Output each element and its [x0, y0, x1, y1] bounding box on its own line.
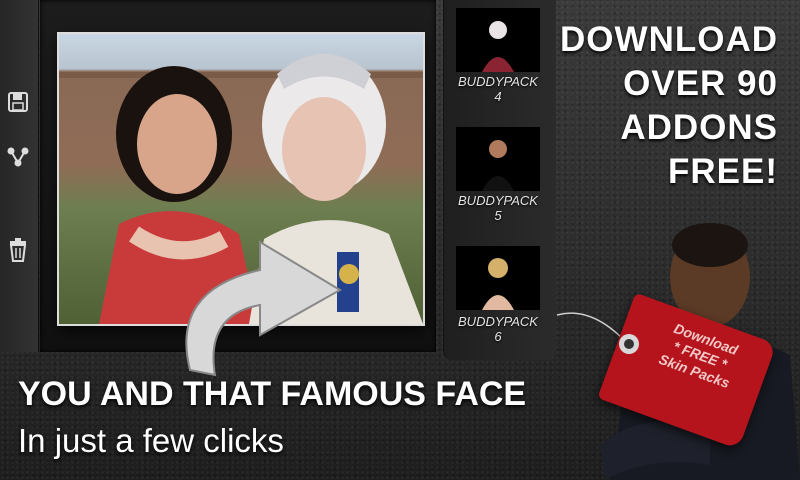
thumbnail-label-6: BUDDYPACK 6 [450, 314, 546, 344]
thumbnail-label-4-line2: 4 [494, 89, 502, 104]
promo-line-2: OVER 90 [623, 64, 778, 103]
left-toolbar [0, 0, 39, 352]
trash-icon[interactable] [4, 236, 32, 264]
promo-headline: DOWNLOAD OVER 90 ADDONS FREE! [538, 18, 778, 194]
thumbnail-label-6-line1: BUDDYPACK [458, 314, 538, 329]
thumbnail-label-6-line2: 6 [494, 329, 502, 344]
bottom-title: YOU AND THAT FAMOUS FACE [18, 375, 527, 413]
thumbnail-person-icon [482, 140, 514, 191]
bottom-subtitle: In just a few clicks [18, 422, 284, 459]
thumbnail-label-5-line1: BUDDYPACK [458, 193, 538, 208]
queen-face [282, 97, 366, 201]
thumbnail-label-5-line2: 5 [494, 208, 502, 223]
thumbnail-person-icon [482, 258, 514, 310]
save-icon[interactable] [4, 88, 32, 116]
promo-line-3: ADDONS [620, 108, 778, 147]
thumbnail-buddypack-6[interactable] [456, 246, 540, 310]
thumbnail-buddypack-4[interactable] [456, 8, 540, 72]
woman-face [137, 94, 217, 194]
thumbnail-label-4-line1: BUDDYPACK [458, 74, 538, 89]
promo-line-1: DOWNLOAD [560, 20, 778, 59]
thumbnail-buddypack-5[interactable] [456, 127, 540, 191]
curved-arrow [185, 240, 342, 377]
thumbnail-label-5: BUDDYPACK 5 [450, 193, 546, 223]
thumbnail-person-icon [482, 21, 514, 72]
promo-line-4: FREE! [668, 152, 778, 191]
thumbnail-label-4: BUDDYPACK 4 [450, 74, 546, 104]
share-icon[interactable] [4, 143, 32, 171]
